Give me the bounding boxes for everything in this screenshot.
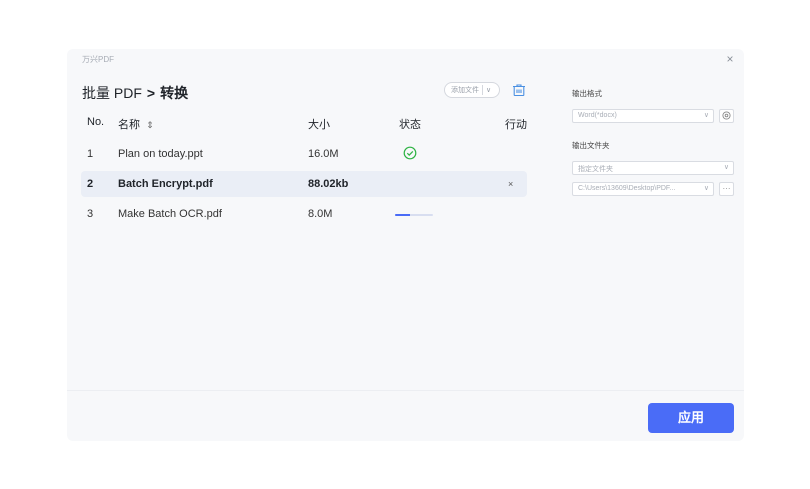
folder-mode-select[interactable]: 指定文件夹 ∨ [572,161,734,175]
folder-path-value: C:\Users\13609\Desktop\PDF... [578,185,676,192]
table-row[interactable]: 3 Make Batch OCR.pdf 8.0M [81,201,527,227]
app-title: 万兴PDF [82,55,114,64]
folder-path-select[interactable]: C:\Users\13609\Desktop\PDF... ∨ [572,182,714,196]
table-row[interactable]: 2 Batch Encrypt.pdf 88.02kb × [81,171,527,197]
header-name-label: 名称 [118,119,140,131]
header-action: 行动 [505,119,527,131]
row-no: 1 [87,148,94,160]
output-format-label: 输出格式 [572,89,602,98]
folder-mode-value: 指定文件夹 [578,166,613,173]
header-status: 状态 [399,119,421,131]
format-settings-icon[interactable] [719,109,734,123]
header-name[interactable]: 名称 ⇕ [118,116,154,132]
output-format-value: Word(*docx) [578,112,617,119]
file-table: No. 名称 ⇕ 大小 状态 行动 1 Plan on today.ppt 16… [81,113,527,227]
browse-folder-button[interactable]: ··· [719,182,734,196]
success-check-icon [403,146,417,163]
apply-button[interactable]: 应用 [648,403,734,433]
convert-progress-bar [395,214,433,216]
output-folder-label: 输出文件夹 [572,141,610,150]
table-row[interactable]: 1 Plan on today.ppt 16.0M [81,141,527,167]
breadcrumb: 批量 PDF > 转换 [82,83,188,103]
header-size: 大小 [308,119,330,131]
breadcrumb-current: 转换 [160,85,189,101]
table-header: No. 名称 ⇕ 大小 状态 行动 [81,113,527,135]
sort-icon[interactable]: ⇕ [146,120,154,130]
chevron-down-icon: ∨ [703,185,709,192]
add-file-button[interactable]: 添加文件 ∨ [444,82,500,98]
progress-fill [395,214,411,216]
row-name: Make Batch OCR.pdf [118,208,222,220]
footer-divider [67,390,744,391]
row-no: 2 [87,178,94,190]
add-file-divider [482,85,483,95]
chevron-down-icon: ∨ [703,112,709,119]
header-no: No. [87,116,105,128]
add-file-label: 添加文件 [451,87,479,94]
row-size: 88.02kb [308,178,349,190]
row-no: 3 [87,208,94,220]
breadcrumb-root[interactable]: 批量 PDF [82,83,142,103]
row-size: 8.0M [308,208,333,220]
row-name: Plan on today.ppt [118,148,203,160]
breadcrumb-separator: > [146,85,156,101]
chevron-down-icon: ∨ [723,164,729,171]
output-format-select[interactable]: Word(*docx) ∨ [572,109,714,123]
trash-icon[interactable] [511,82,527,98]
row-size: 16.0M [308,148,339,160]
remove-file-icon[interactable]: × [508,179,513,189]
row-name: Batch Encrypt.pdf [118,178,213,190]
close-button[interactable]: × [722,51,738,67]
batch-convert-dialog: 万兴PDF × 批量 PDF > 转换 添加文件 ∨ No. 名称 ⇕ 大小 状… [67,49,744,441]
chevron-down-icon[interactable]: ∨ [486,86,491,94]
